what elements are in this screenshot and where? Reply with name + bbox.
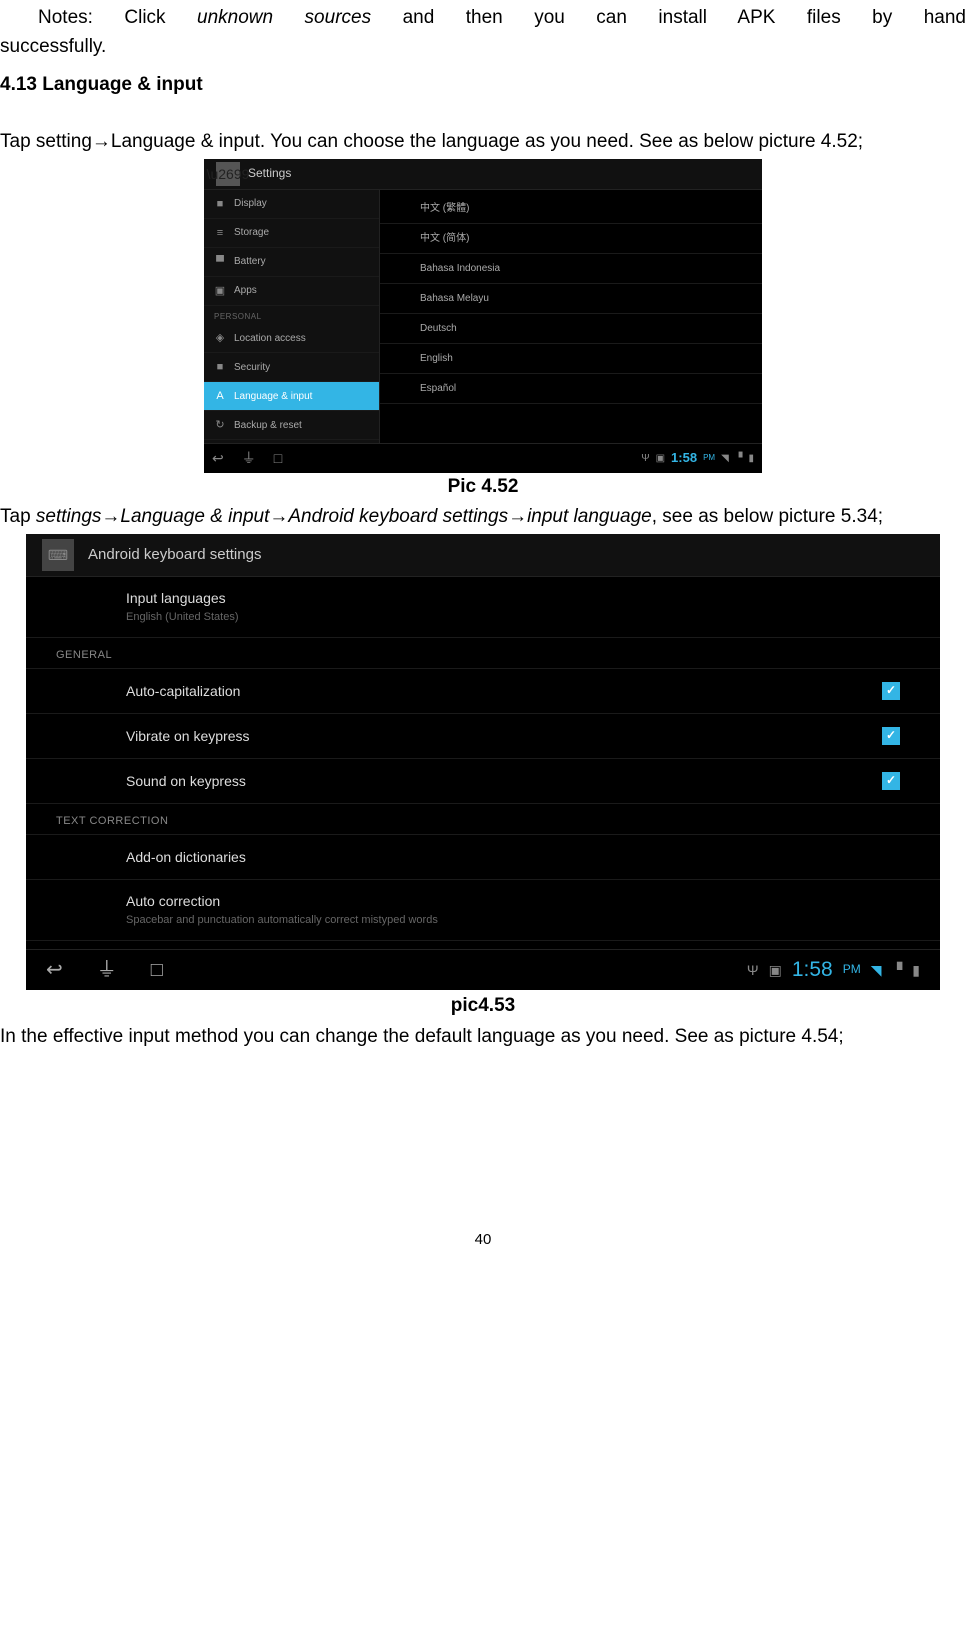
sound-item[interactable]: Sound on keypress ✓ — [26, 759, 940, 804]
sidebar-item-backup[interactable]: ↻ Backup & reset — [204, 411, 379, 440]
battery-icon: ▮ — [748, 452, 754, 465]
sidebar-section-personal: PERSONAL — [204, 306, 379, 324]
back-button[interactable]: ↩ — [212, 449, 224, 467]
lang-option[interactable]: 中文 (繁體) — [380, 194, 762, 224]
settings-header: \u2699 Settings — [204, 159, 762, 190]
keyboard-header: ⌨ Android keyboard settings — [26, 534, 940, 577]
sidebar-item-apps[interactable]: ▣ Apps — [204, 277, 379, 306]
settings-sidebar: ■ Display ≡ Storage ▀ Battery ▣ Apps PER… — [204, 190, 380, 443]
addon-dictionaries-item[interactable]: Add-on dictionaries — [26, 835, 940, 880]
system-navbar: ↩ ⏚ □ Ψ ▣ 1:58 PM ◥ ▝ ▮ — [204, 443, 762, 473]
text-correction-section: TEXT CORRECTION — [26, 804, 940, 835]
para-3: In the effective input method you can ch… — [0, 1025, 966, 1050]
language-icon: A — [214, 390, 226, 402]
checkbox-checked[interactable]: ✓ — [882, 682, 900, 700]
lang-option[interactable]: Bahasa Indonesia — [380, 254, 762, 284]
notes-text-line2: successfully. — [0, 35, 966, 60]
caption-1: Pic 4.52 — [0, 475, 966, 500]
sidebar-item-battery[interactable]: ▀ Battery — [204, 248, 379, 277]
sidebar-item-display[interactable]: ■ Display — [204, 190, 379, 219]
checkbox-checked[interactable]: ✓ — [882, 772, 900, 790]
recent-button[interactable]: □ — [274, 449, 282, 467]
lang-option[interactable]: English — [380, 344, 762, 374]
language-list: 中文 (繁體) 中文 (简体) Bahasa Indonesia Bahasa … — [380, 190, 762, 443]
sd-icon: ▣ — [769, 961, 782, 979]
system-navbar: ↩ ⏚ □ Ψ ▣ 1:58 PM ◥ ▝ ▮ — [26, 949, 940, 990]
settings-screenshot: \u2699 Settings ■ Display ≡ Storage ▀ Ba… — [204, 159, 762, 471]
section-heading: 4.13 Language & input — [0, 73, 966, 98]
battery-icon: ▀ — [214, 256, 226, 268]
keyboard-title: Android keyboard settings — [88, 545, 261, 565]
wifi-icon: ◥ — [871, 961, 882, 979]
sidebar-item-language[interactable]: A Language & input — [204, 382, 379, 411]
lang-option[interactable]: Bahasa Melayu — [380, 284, 762, 314]
sd-icon: ▣ — [656, 452, 665, 465]
backup-icon: ↻ — [214, 419, 226, 431]
para-1: Tap setting→Language & input. You can ch… — [0, 130, 966, 155]
lang-option[interactable]: 中文 (简体) — [380, 224, 762, 254]
location-icon: ◈ — [214, 332, 226, 344]
clock: 1:58 — [792, 956, 833, 983]
checkbox-checked[interactable]: ✓ — [882, 727, 900, 745]
notes-text: Notes: Click unknown sources and then yo… — [0, 6, 966, 31]
usb-icon: Ψ — [641, 452, 649, 465]
auto-correction-item[interactable]: Auto correction Spacebar and punctuation… — [26, 880, 940, 940]
caption-2: pic4.53 — [0, 994, 966, 1019]
lang-option[interactable]: Deutsch — [380, 314, 762, 344]
security-icon: ■ — [214, 361, 226, 373]
keyboard-settings-screenshot: ⌨ Android keyboard settings Input langua… — [26, 534, 940, 990]
para-2: Tap settings→Language & input→Android ke… — [0, 505, 966, 530]
sidebar-item-security[interactable]: ■ Security — [204, 353, 379, 382]
usb-icon: Ψ — [747, 961, 759, 979]
general-section: GENERAL — [26, 638, 940, 669]
clock: 1:58 — [671, 450, 697, 467]
vibrate-item[interactable]: Vibrate on keypress ✓ — [26, 714, 940, 759]
clock-pm: PM — [703, 453, 715, 463]
sidebar-item-storage[interactable]: ≡ Storage — [204, 219, 379, 248]
signal-icon: ▝ — [735, 452, 743, 465]
battery-icon: ▮ — [912, 961, 920, 979]
storage-icon: ≡ — [214, 227, 226, 239]
home-button[interactable]: ⏚ — [242, 449, 256, 467]
sidebar-item-location[interactable]: ◈ Location access — [204, 324, 379, 353]
display-icon: ■ — [214, 198, 226, 210]
auto-cap-item[interactable]: Auto-capitalization ✓ — [26, 669, 940, 714]
home-button[interactable]: ⏚ — [97, 957, 117, 983]
signal-icon: ▝ — [892, 961, 903, 979]
back-button[interactable]: ↩ — [46, 957, 63, 983]
wifi-icon: ◥ — [721, 452, 729, 465]
page-number: 40 — [0, 1230, 966, 1250]
clock-pm: PM — [843, 962, 861, 978]
input-languages-item[interactable]: Input languages English (United States) — [26, 577, 940, 637]
lang-option[interactable]: Español — [380, 374, 762, 404]
apps-icon: ▣ — [214, 285, 226, 297]
settings-icon: \u2699 — [216, 162, 240, 186]
settings-title: Settings — [248, 166, 291, 182]
recent-button[interactable]: □ — [151, 957, 163, 983]
keyboard-icon: ⌨ — [42, 539, 74, 571]
